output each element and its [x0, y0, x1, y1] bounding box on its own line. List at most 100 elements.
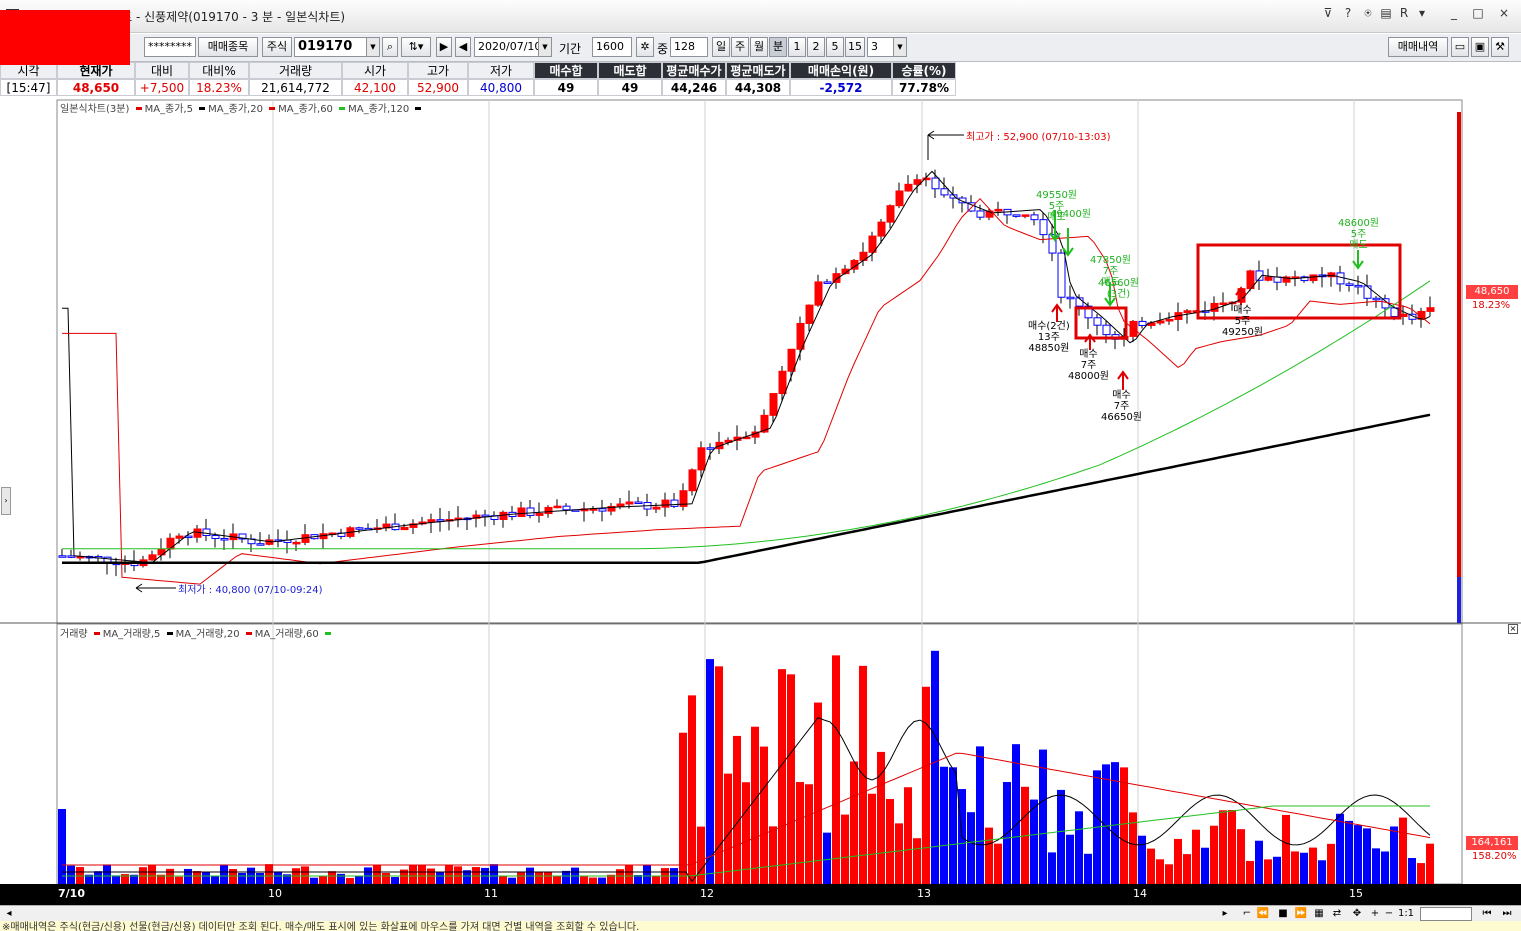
volume-bar: [319, 875, 327, 884]
volume-bar: [553, 875, 561, 884]
legend-marker: [199, 106, 206, 110]
volume-bar: [769, 826, 777, 884]
candle-body: [670, 499, 679, 507]
volume-bar: [814, 702, 822, 884]
legend-marker: [269, 106, 276, 110]
volume-bar: [1354, 825, 1362, 884]
volume-bar: [256, 872, 264, 884]
cursor-icon[interactable]: ⌐: [1240, 907, 1254, 921]
candle-body: [976, 210, 985, 218]
volume-bar: [949, 767, 957, 884]
volume-bar: [1381, 851, 1389, 884]
volume-bar: [787, 674, 795, 884]
legend-marker: [166, 631, 173, 635]
candle-body: [1093, 317, 1102, 326]
volume-bar: [1345, 820, 1353, 884]
volume-bar: [355, 876, 363, 884]
first-page-icon[interactable]: ⏮: [1480, 907, 1494, 921]
candle-body: [886, 205, 895, 223]
price-legend: 일본식차트(3분) MA_종가,5 MA_종가,20 MA_종가,60 MA_종…: [60, 100, 424, 115]
volume-bar: [796, 782, 804, 884]
forward-icon[interactable]: ⏩: [1294, 907, 1308, 921]
volume-bar: [688, 695, 696, 884]
volume-bar: [328, 871, 336, 884]
volume-bar: [1228, 809, 1236, 884]
volume-legend: 거래량 MA_거래량,5 MA_거래량,20 MA_거래량,60: [60, 625, 334, 640]
candle-body: [553, 505, 562, 509]
volume-bar: [850, 761, 858, 884]
close-pane-icon[interactable]: ×: [1508, 624, 1518, 634]
volume-bar: [1417, 863, 1425, 884]
zoom-out-icon[interactable]: −: [1382, 907, 1396, 921]
sell-annotation: 48600원 5주 매도: [1338, 218, 1380, 251]
candle-body: [634, 501, 643, 505]
volume-bar: [1057, 789, 1065, 884]
volume-bar: [148, 865, 156, 884]
candle-body: [1354, 284, 1363, 288]
x-tick: 11: [484, 887, 498, 900]
candle-body: [1426, 307, 1435, 312]
candle-body: [355, 527, 364, 530]
volume-bar: [904, 787, 912, 884]
candle-body: [58, 555, 67, 558]
table-icon[interactable]: ▦: [1312, 907, 1326, 921]
candle-body: [1102, 324, 1111, 336]
volume-bar: [454, 866, 462, 884]
candle-body: [211, 535, 220, 540]
volume-bar: [1255, 840, 1263, 884]
volume-bar: [1300, 852, 1308, 884]
volume-bar: [490, 864, 498, 884]
side-panel-toggle[interactable]: ›: [1, 487, 11, 515]
volume-bar: [994, 843, 1002, 884]
legend-marker: [324, 631, 331, 635]
price-volume-chart[interactable]: [0, 0, 1521, 931]
rewind-icon[interactable]: ⏪: [1256, 907, 1270, 921]
zoom-in-icon[interactable]: +: [1368, 907, 1382, 921]
buy-annotation: 매수(2건) 13주 48850원: [1028, 321, 1070, 354]
candle-body: [175, 535, 184, 539]
candle-body: [1264, 276, 1273, 281]
volume-bar: [886, 799, 894, 884]
chart-scrollbar[interactable]: ◂ ▸ ⌐ ⏪ ■ ⏩ ▦ ⇄ ✥ + − 1:1 ⏮ ⏭: [0, 905, 1521, 921]
volume-bar: [1210, 825, 1218, 884]
volume-bar: [967, 812, 975, 884]
volume-bar: [229, 869, 237, 884]
candle-body: [400, 526, 409, 531]
last-page-icon[interactable]: ⏭: [1500, 907, 1514, 921]
compare-icon[interactable]: ⇄: [1330, 907, 1344, 921]
candle-body: [517, 507, 526, 517]
volume-bar: [535, 872, 543, 884]
candle-body: [706, 447, 715, 450]
volume-bar: [1174, 838, 1182, 884]
candle-body: [562, 505, 571, 511]
volume-bar: [643, 864, 651, 884]
volume-bar: [94, 871, 102, 884]
x-tick: 13: [917, 887, 931, 900]
volume-bar: [616, 869, 624, 884]
volume-bar: [1273, 856, 1281, 884]
volume-bar: [1048, 852, 1056, 884]
candle-body: [895, 190, 904, 207]
candle-body: [616, 503, 625, 507]
scroll-right-icon[interactable]: ▸: [1218, 907, 1232, 921]
volume-bar: [1138, 835, 1146, 884]
volume-bar: [733, 735, 741, 884]
volume-bar: [265, 864, 273, 884]
candle-body: [1336, 272, 1345, 285]
legend-marker: [339, 106, 346, 110]
high-pointer-icon: [927, 130, 964, 140]
status-bar: ※매매내역은 주식(현금/신용) 선물(현금/신용) 데이터만 조회 된다. 매…: [0, 921, 1521, 931]
candle-body: [148, 554, 157, 561]
time-axis: 7/10 10 11 12 13 14 15: [0, 884, 1521, 905]
scroll-left-icon[interactable]: ◂: [2, 907, 16, 921]
sell-annotation: 49400원: [1050, 209, 1092, 220]
legend-marker: [93, 631, 100, 635]
zoom-slider[interactable]: [1420, 907, 1472, 921]
candle-body: [535, 513, 544, 516]
volume-bar: [778, 669, 786, 884]
volume-bar: [1201, 847, 1209, 884]
stop-icon[interactable]: ■: [1276, 907, 1290, 921]
volume-bar: [373, 864, 381, 884]
volume-bar: [1219, 810, 1227, 884]
move-icon[interactable]: ✥: [1350, 907, 1364, 921]
